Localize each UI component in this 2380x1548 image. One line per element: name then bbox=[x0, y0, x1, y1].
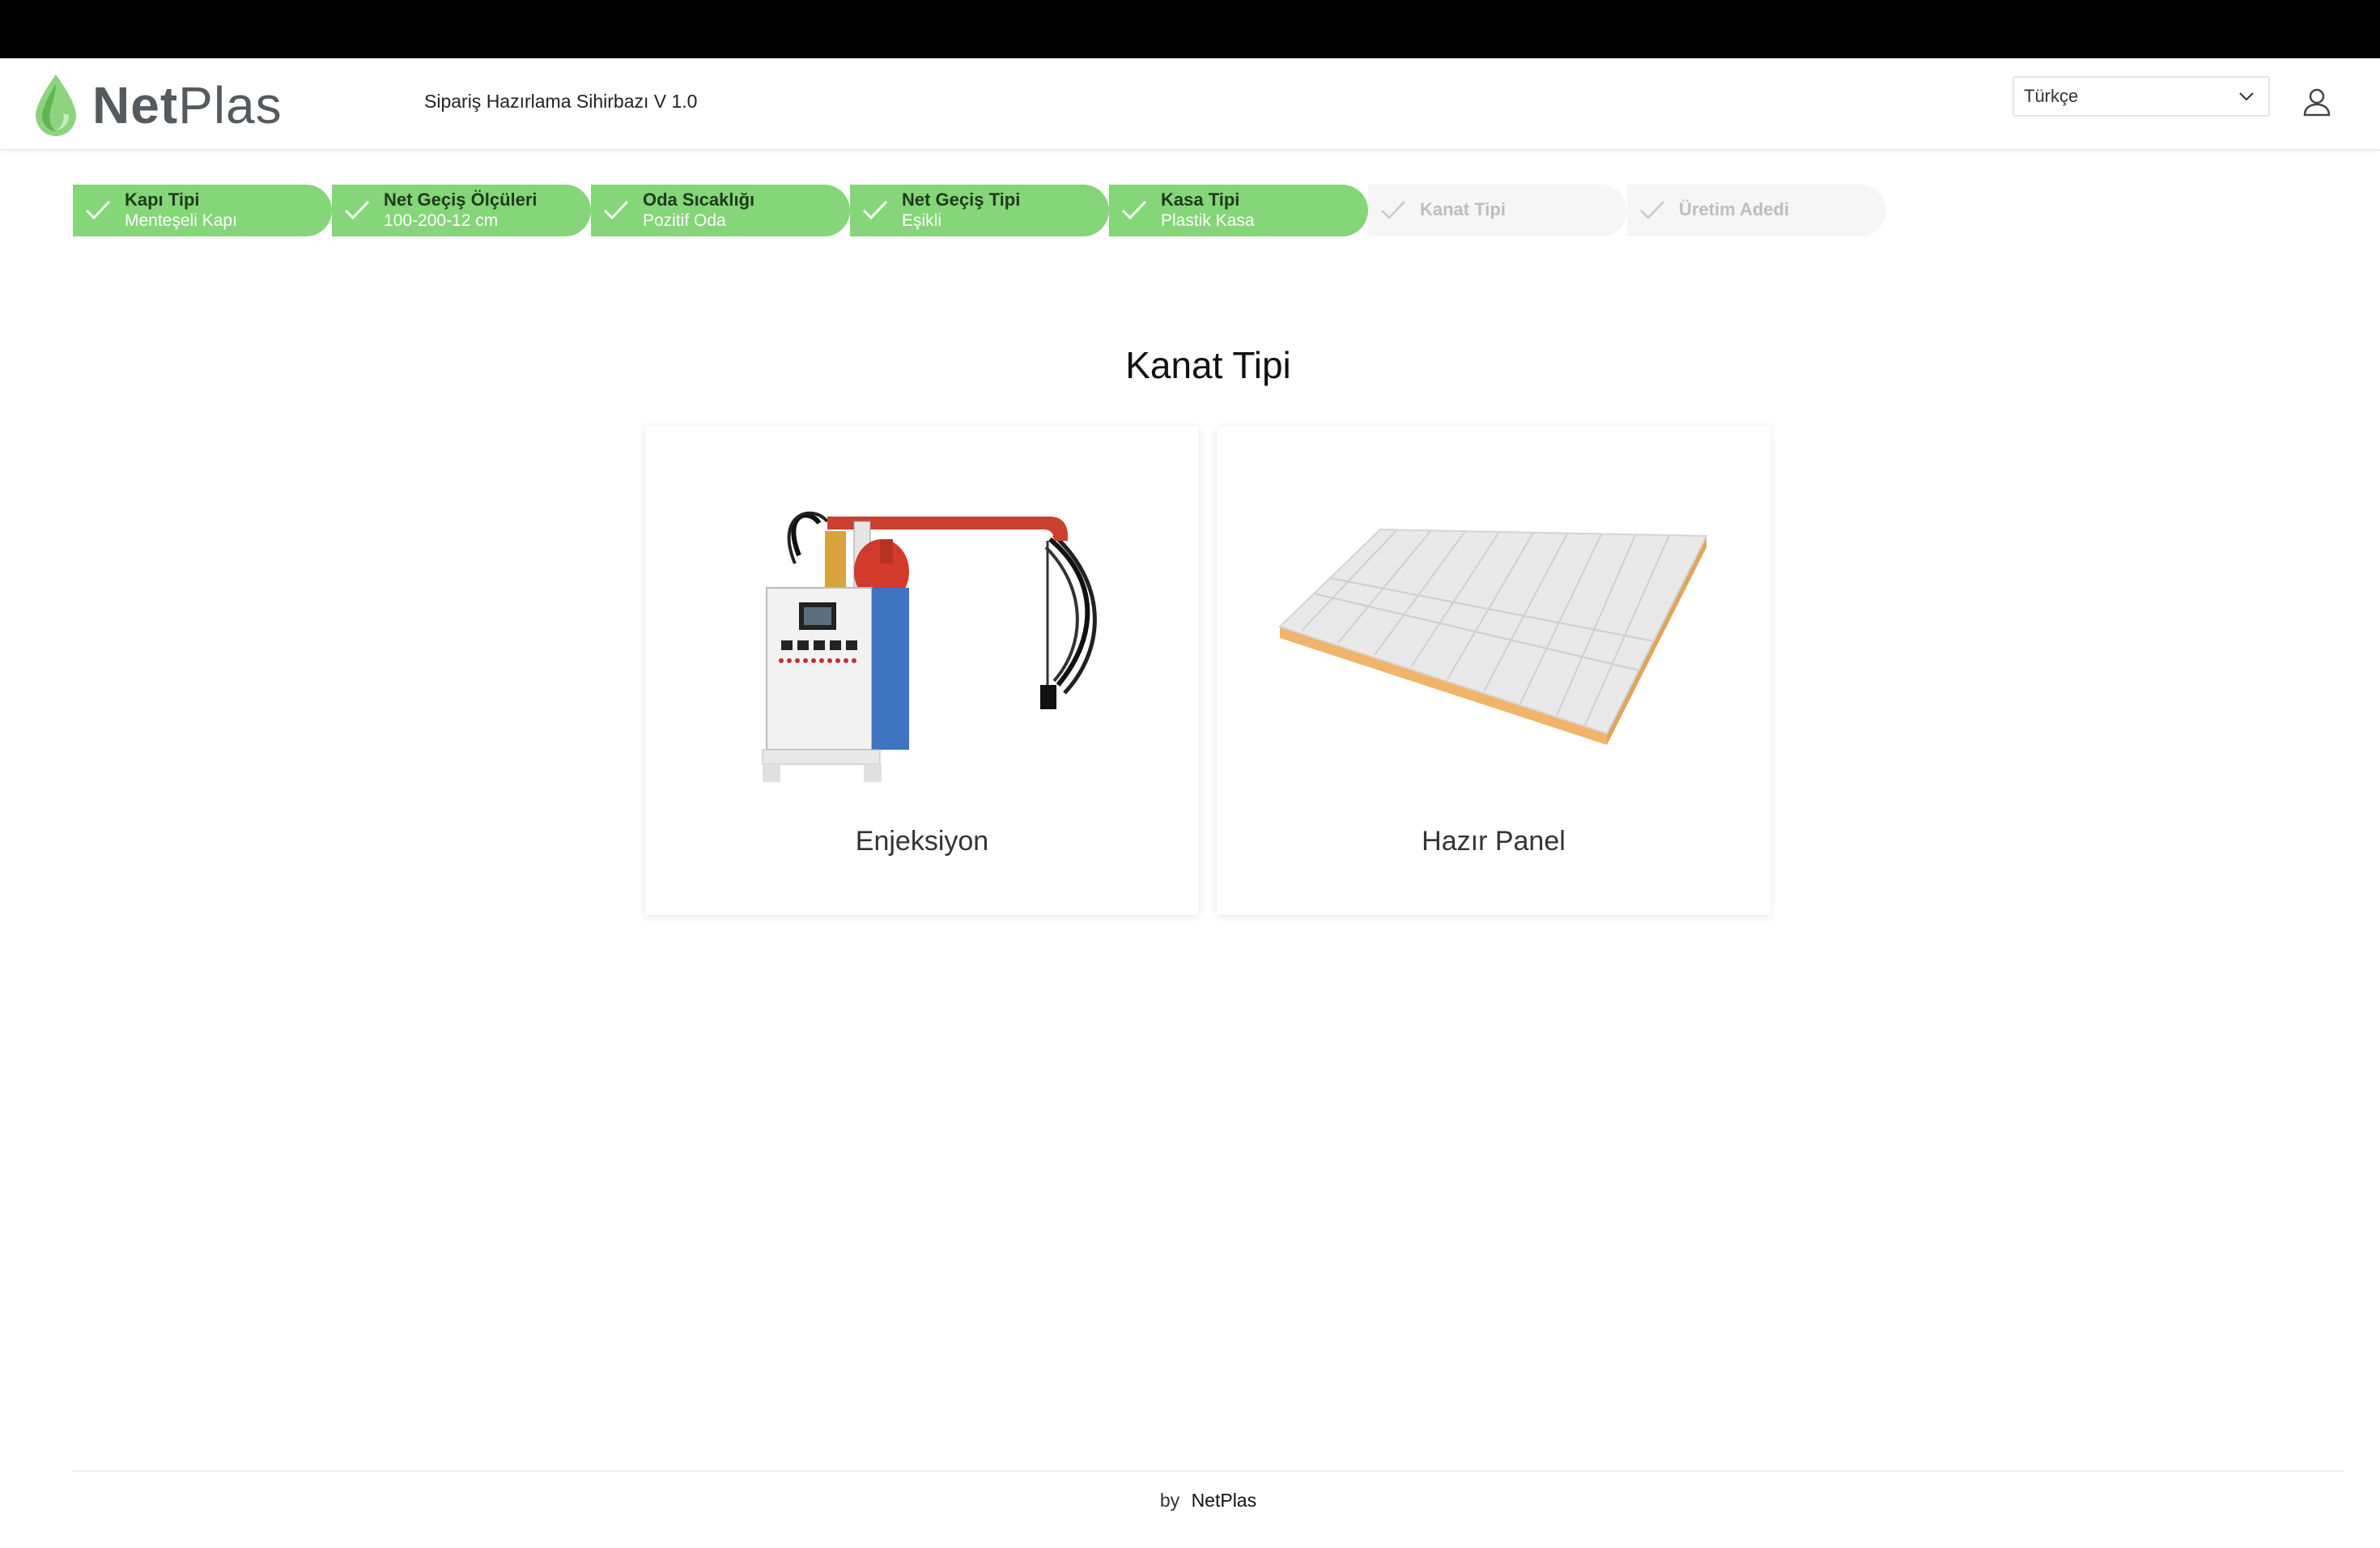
step-value: Eşikli bbox=[902, 211, 942, 230]
step-net-gecis-olculeri[interactable]: Net Geçiş Ölçüleri 100-200-12 cm bbox=[332, 185, 591, 236]
step-value: Pozitif Oda bbox=[643, 211, 726, 230]
language-select[interactable]: Türkçe bbox=[2012, 76, 2270, 117]
step-kanat-tipi[interactable]: Kanat Tipi bbox=[1368, 185, 1627, 236]
check-icon bbox=[862, 200, 888, 220]
check-icon bbox=[603, 200, 629, 220]
check-icon bbox=[1640, 201, 1664, 219]
step-label: Oda Sıcaklığı bbox=[643, 189, 755, 210]
language-value: Türkçe bbox=[2024, 86, 2079, 106]
step-label: Net Geçiş Ölçüleri bbox=[384, 189, 538, 210]
footer: by NetPlas bbox=[0, 1490, 2380, 1512]
section-title: Kanat Tipi bbox=[1125, 344, 1291, 386]
injection-machine-image bbox=[762, 511, 1097, 782]
check-icon bbox=[1381, 201, 1405, 219]
user-icon[interactable] bbox=[2301, 86, 2333, 118]
step-net-gecis-tipi[interactable]: Net Geçiş Tipi Eşikli bbox=[850, 185, 1109, 236]
check-icon bbox=[85, 200, 111, 220]
step-label: Üretim Adedi bbox=[1679, 199, 1790, 219]
step-value: 100-200-12 cm bbox=[384, 211, 499, 230]
step-label: Net Geçiş Tipi bbox=[902, 189, 1021, 210]
sandwich-panel-image bbox=[1278, 528, 1708, 745]
footer-brand[interactable]: NetPlas bbox=[1192, 1490, 1257, 1511]
step-label: Kapı Tipi bbox=[125, 189, 200, 210]
step-kasa-tipi[interactable]: Kasa Tipi Plastik Kasa bbox=[1109, 185, 1368, 236]
step-value: Menteşeli Kapı bbox=[125, 211, 237, 230]
step-uretim-adedi[interactable]: Üretim Adedi bbox=[1627, 185, 1886, 236]
check-icon bbox=[344, 200, 370, 220]
option-card-hazir-panel[interactable]: Hazır Panel bbox=[1217, 426, 1770, 915]
footer-by: by bbox=[1159, 1490, 1180, 1511]
step-kapi-tipi[interactable]: Kapı Tipi Menteşeli Kapı bbox=[73, 185, 332, 236]
step-oda-sicakligi[interactable]: Oda Sıcaklığı Pozitif Oda bbox=[591, 185, 850, 236]
step-label: Kasa Tipi bbox=[1161, 189, 1240, 210]
step-value: Plastik Kasa bbox=[1161, 211, 1255, 230]
logo-text: NetPlas bbox=[92, 76, 283, 134]
footer-divider bbox=[73, 1470, 2344, 1472]
chevron-down-icon bbox=[2239, 92, 2254, 101]
step-label: Kanat Tipi bbox=[1420, 199, 1506, 219]
check-icon bbox=[1121, 200, 1147, 220]
top-black-bar bbox=[0, 0, 2380, 58]
option-label: Hazır Panel bbox=[1422, 826, 1566, 857]
header: NetPlas Sipariş Hazırlama Sihirbazı V 1.… bbox=[0, 58, 2380, 151]
netplas-logo[interactable]: NetPlas bbox=[32, 71, 283, 139]
app-title: Sipariş Hazırlama Sihirbazı V 1.0 bbox=[424, 91, 698, 112]
option-label: Enjeksiyon bbox=[855, 826, 989, 857]
option-card-enjeksiyon[interactable]: Enjeksiyon bbox=[645, 426, 1199, 915]
water-drop-icon bbox=[36, 74, 76, 136]
